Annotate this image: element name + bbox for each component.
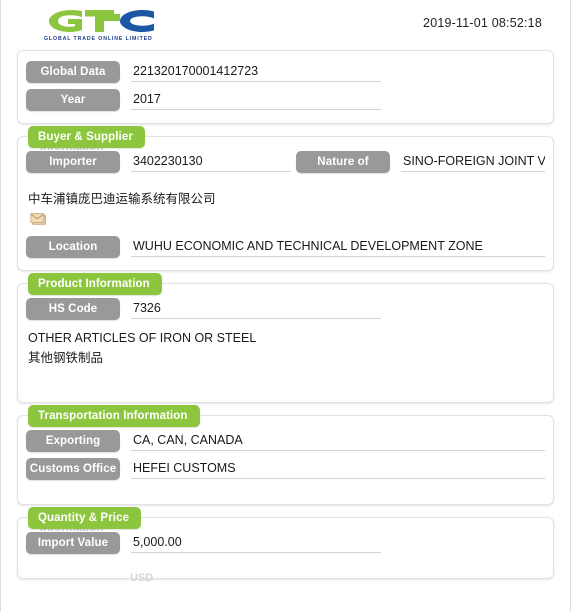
label-customs-office: Customs Office	[26, 458, 120, 481]
card-transportation-information-body: Exporting CA, CAN, CANADA Customs Office…	[18, 416, 553, 504]
value-year: 2017	[131, 90, 381, 110]
label-exporting: Exporting	[26, 430, 120, 453]
value-exporting: CA, CAN, CANADA	[131, 431, 545, 452]
card-product-information-body: HS Code 7326 OTHER ARTICLES OF IRON OR S…	[18, 284, 553, 402]
field-row-customs-office: Customs Office HEFEI CUSTOMS	[26, 458, 545, 481]
card-title-product-information: Product Information	[28, 273, 162, 296]
label-nature-of: Nature of	[296, 151, 390, 173]
field-row-import-value: Import Value 5,000.00	[26, 532, 545, 555]
value-customs-office: HEFEI CUSTOMS	[131, 459, 545, 480]
field-pair-importer: Importer 3402230130	[26, 151, 296, 173]
card-title-buyer-supplier: Buyer & Supplier	[28, 126, 145, 149]
label-import-value: Import Value	[26, 532, 120, 555]
value-location: WUHU ECONOMIC AND TECHNICAL DEVELOPMENT …	[131, 237, 545, 258]
value-importer: 3402230130	[131, 152, 291, 172]
value-import-value: 5,000.00	[131, 533, 381, 554]
gto-logo: GLOBAL TRADE ONLINE LIMITED	[41, 6, 161, 46]
card-quantity-price: Quantity & Price Information Import Valu…	[17, 507, 554, 584]
field-row-importer-nature: Importer 3402230130 Nature of SINO-FOREI…	[26, 151, 545, 173]
gto-logo-subtitle: GLOBAL TRADE ONLINE LIMITED	[44, 36, 153, 42]
field-row-global-data: Global Data 221320170001412723	[26, 61, 545, 83]
ghost-text-usd: USD	[130, 572, 154, 585]
product-description-chinese: 其他钢铁制品	[28, 351, 104, 366]
card-title-quantity-price: Quantity & Price	[28, 507, 142, 530]
card-buyer-supplier: Buyer & Supplier Information Importer 34…	[17, 126, 554, 272]
card-product-information: Product Information HS Code 7326 OTHER A…	[17, 273, 554, 404]
gto-logo-mark	[49, 10, 154, 32]
label-year: Year	[26, 89, 120, 111]
transportation-spacer	[26, 486, 545, 492]
timestamp: 2019-11-01 08:52:18	[423, 16, 542, 30]
page-header: GLOBAL TRADE ONLINE LIMITED 2019-11-01 0…	[1, 0, 570, 48]
value-global-data: 221320170001412723	[131, 62, 381, 82]
label-global-data: Global Data	[26, 61, 120, 83]
field-pair-nature-of: Nature of SINO-FOREIGN JOINT VENTURE	[296, 151, 545, 173]
field-row-location: Location WUHU ECONOMIC AND TECHNICAL DEV…	[26, 236, 545, 259]
envelope-icon[interactable]	[30, 213, 48, 226]
field-row-year: Year 2017	[26, 89, 545, 111]
product-spacer	[26, 368, 545, 390]
product-description-english: OTHER ARTICLES OF IRON OR STEEL	[28, 331, 257, 346]
label-location: Location	[26, 236, 120, 259]
page-root: se.gtodata.com GLOBAL TRADE ONLINE LIMIT…	[0, 0, 571, 611]
card-general-body: Global Data 221320170001412723 Year 2017	[18, 51, 553, 123]
value-hs-code: 7326	[131, 299, 381, 320]
quantity-spacer	[26, 560, 545, 566]
card-buyer-supplier-body: Importer 3402230130 Nature of SINO-FOREI…	[18, 137, 553, 270]
value-nature-of: SINO-FOREIGN JOINT VENTURE	[401, 152, 545, 172]
company-name-chinese: 中车浦镇庞巴迪运输系统有限公司	[28, 192, 216, 206]
card-general: Global Data 221320170001412723 Year 2017	[17, 50, 554, 124]
card-title-transportation-information: Transportation Information	[28, 405, 200, 428]
field-row-hs-code: HS Code 7326	[26, 298, 545, 321]
field-row-exporting: Exporting CA, CAN, CANADA	[26, 430, 545, 453]
label-importer: Importer	[26, 151, 120, 173]
card-transportation-information: Transportation Information Exporting CA,…	[17, 405, 554, 506]
label-hs-code: HS Code	[26, 298, 120, 321]
